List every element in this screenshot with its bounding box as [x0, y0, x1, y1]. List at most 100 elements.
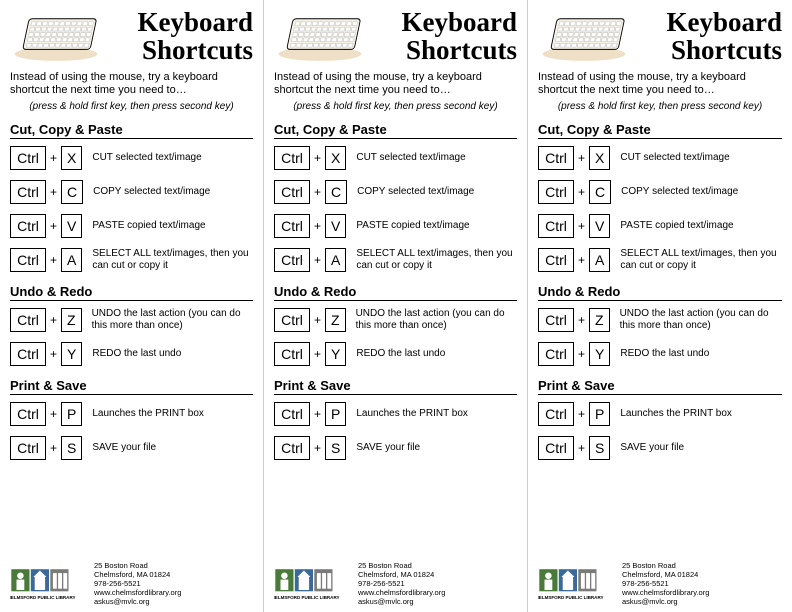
key-modifier: Ctrl: [274, 214, 310, 238]
contact-line: askus@mvlc.org: [94, 597, 181, 606]
shortcut-row: Ctrl+PLaunches the PRINT box: [538, 400, 782, 428]
section-title: Print & Save: [538, 378, 782, 395]
contact-line: www.chelmsfordlibrary.org: [358, 588, 445, 597]
key-letter: S: [61, 436, 82, 460]
header: Keyboard Shortcuts: [538, 8, 782, 65]
plus-symbol: +: [50, 219, 57, 233]
plus-symbol: +: [314, 185, 321, 199]
plus-symbol: +: [314, 219, 321, 233]
shortcut-description: CUT selected text/image: [86, 152, 253, 164]
page-title: Keyboard Shortcuts: [370, 8, 517, 65]
keyboard-icon: [538, 8, 630, 63]
shortcut-row: Ctrl+YREDO the last undo: [538, 340, 782, 368]
shortcut-description: REDO the last undo: [614, 348, 782, 360]
contact-line: Chelmsford, MA 01824: [622, 570, 709, 579]
contact-line: askus@mvlc.org: [622, 597, 709, 606]
intro-text: Instead of using the mouse, try a keyboa…: [274, 71, 517, 99]
key-letter: S: [325, 436, 346, 460]
contact-line: askus@mvlc.org: [358, 597, 445, 606]
plus-symbol: +: [50, 253, 57, 267]
shortcut-row: Ctrl+XCUT selected text/image: [274, 144, 517, 172]
plus-symbol: +: [578, 185, 585, 199]
shortcut-description: SELECT ALL text/images, then you can cut…: [86, 248, 253, 272]
shortcut-row: Ctrl+SSAVE your file: [10, 434, 253, 462]
key-letter: Y: [61, 342, 82, 366]
key-modifier: Ctrl: [10, 308, 46, 332]
shortcut-row: Ctrl+XCUT selected text/image: [538, 144, 782, 172]
shortcut-row: Ctrl+PLaunches the PRINT box: [274, 400, 517, 428]
plus-symbol: +: [578, 253, 585, 267]
shortcut-row: Ctrl+PLaunches the PRINT box: [10, 400, 253, 428]
key-modifier: Ctrl: [538, 180, 574, 204]
section-title: Print & Save: [274, 378, 517, 395]
shortcut-row: Ctrl+VPASTE copied text/image: [538, 212, 782, 240]
key-letter: A: [61, 248, 82, 272]
key-letter: C: [325, 180, 347, 204]
section-title: Undo & Redo: [10, 284, 253, 301]
contact-line: www.chelmsfordlibrary.org: [94, 588, 181, 597]
library-logo-icon: CHELMSFORD PUBLIC LIBRARY: [538, 564, 616, 603]
page-title: Keyboard Shortcuts: [634, 8, 782, 65]
shortcut-row: Ctrl+CCOPY selected text/image: [274, 178, 517, 206]
key-letter: Y: [589, 342, 610, 366]
plus-symbol: +: [578, 407, 585, 421]
shortcut-description: Launches the PRINT box: [350, 408, 517, 420]
keyboard-illustration: [10, 8, 102, 64]
key-letter: Z: [61, 308, 82, 332]
key-letter: P: [589, 402, 610, 426]
key-modifier: Ctrl: [538, 146, 574, 170]
plus-symbol: +: [50, 313, 57, 327]
hint-text: (press & hold first key, then press seco…: [274, 101, 517, 112]
key-letter: C: [589, 180, 611, 204]
key-modifier: Ctrl: [538, 308, 574, 332]
section-title: Undo & Redo: [274, 284, 517, 301]
shortcut-description: UNDO the last action (you can do this mo…: [350, 308, 517, 332]
key-letter: V: [325, 214, 346, 238]
plus-symbol: +: [314, 407, 321, 421]
library-logo: CHELMSFORD PUBLIC LIBRARY: [10, 564, 88, 604]
shortcut-description: COPY selected text/image: [615, 186, 782, 198]
shortcut-description: SAVE your file: [614, 442, 782, 454]
contact-block: 25 Boston RoadChelmsford, MA 01824978-25…: [622, 561, 709, 606]
key-modifier: Ctrl: [274, 180, 310, 204]
section-title: Cut, Copy & Paste: [274, 122, 517, 139]
library-logo-icon: CHELMSFORD PUBLIC LIBRARY: [10, 564, 88, 603]
shortcut-row: Ctrl+ASELECT ALL text/images, then you c…: [538, 246, 782, 274]
library-logo: CHELMSFORD PUBLIC LIBRARY: [274, 564, 352, 604]
key-modifier: Ctrl: [274, 308, 310, 332]
shortcut-row: Ctrl+VPASTE copied text/image: [274, 212, 517, 240]
key-letter: X: [61, 146, 82, 170]
page-title: Keyboard Shortcuts: [106, 8, 253, 65]
key-modifier: Ctrl: [274, 342, 310, 366]
shortcut-row: Ctrl+ZUNDO the last action (you can do t…: [10, 306, 253, 334]
hint-text: (press & hold first key, then press seco…: [538, 101, 782, 112]
key-modifier: Ctrl: [10, 146, 46, 170]
shortcut-row: Ctrl+YREDO the last undo: [10, 340, 253, 368]
contact-line: Chelmsford, MA 01824: [358, 570, 445, 579]
shortcut-description: SELECT ALL text/images, then you can cut…: [614, 248, 782, 272]
key-modifier: Ctrl: [274, 248, 310, 272]
plus-symbol: +: [50, 151, 57, 165]
plus-symbol: +: [578, 347, 585, 361]
key-modifier: Ctrl: [10, 180, 46, 204]
shortcut-description: CUT selected text/image: [350, 152, 517, 164]
shortcut-description: Launches the PRINT box: [614, 408, 782, 420]
panel: Keyboard Shortcuts Instead of using the m…: [264, 0, 528, 612]
plus-symbol: +: [314, 441, 321, 455]
key-letter: A: [589, 248, 610, 272]
key-modifier: Ctrl: [10, 248, 46, 272]
plus-symbol: +: [314, 347, 321, 361]
key-letter: P: [325, 402, 346, 426]
key-letter: C: [61, 180, 83, 204]
key-letter: X: [589, 146, 610, 170]
panel: Keyboard ShortcutsInstead of using the m…: [528, 0, 792, 612]
plus-symbol: +: [50, 441, 57, 455]
key-modifier: Ctrl: [274, 436, 310, 460]
svg-text:CHELMSFORD PUBLIC LIBRARY: CHELMSFORD PUBLIC LIBRARY: [274, 595, 340, 600]
shortcut-row: Ctrl+ZUNDO the last action (you can do t…: [538, 306, 782, 334]
key-modifier: Ctrl: [538, 436, 574, 460]
key-letter: S: [589, 436, 610, 460]
shortcut-description: REDO the last undo: [350, 348, 517, 360]
contact-line: 25 Boston Road: [358, 561, 445, 570]
key-letter: P: [61, 402, 82, 426]
